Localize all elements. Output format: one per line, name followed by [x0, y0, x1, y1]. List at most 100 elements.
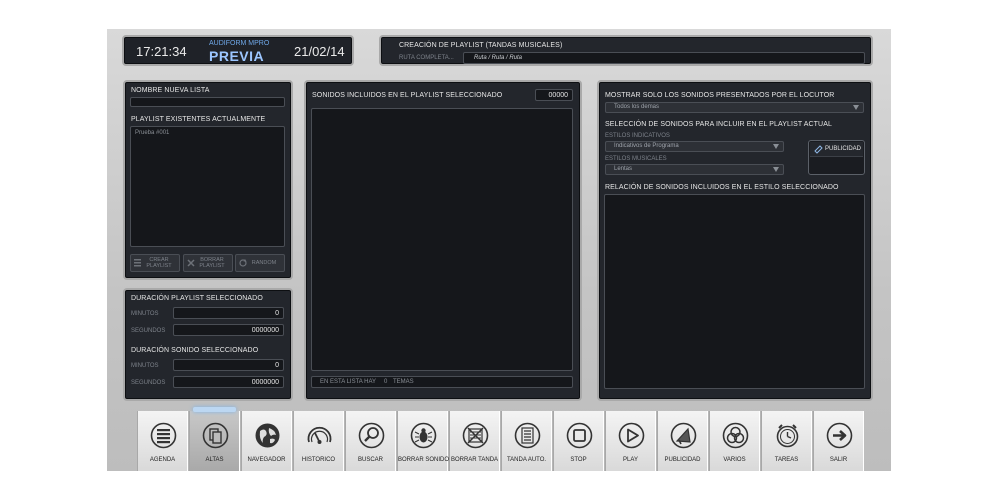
toolbar-button-varios[interactable]: VARIOS — [709, 411, 760, 471]
musical-styles-label: ESTILOS MUSICALES — [605, 156, 667, 162]
globe-icon — [255, 423, 280, 448]
toolbar-label: STOP — [570, 457, 587, 463]
included-sounds-count: 00000 — [535, 89, 573, 101]
sound-seconds-label: SEGUNDOS — [131, 380, 166, 386]
toolbar-button-historico[interactable]: HISTORICO — [293, 411, 344, 471]
toolbar-label: TAREAS — [774, 457, 799, 463]
included-sounds-list[interactable] — [311, 108, 573, 371]
new-list-input[interactable] — [130, 97, 285, 107]
gauge-icon — [307, 426, 332, 444]
brand-label: AUDIFORM MPRO — [209, 40, 270, 47]
included-sounds-title: SONIDOS INCLUIDOS EN EL PLAYLIST SELECCI… — [312, 92, 503, 99]
section-title: CREACIÓN DE PLAYLIST (TANDAS MUSICALES) — [399, 42, 563, 49]
announcer-filter-value: Todos los demas — [614, 104, 660, 110]
search-icon — [358, 422, 385, 449]
toolbar-button-agenda[interactable]: AGENDA — [137, 411, 188, 471]
announcer-filter-select[interactable]: Todos los demas — [605, 102, 864, 113]
toolbar-label: BORRAR TANDA — [450, 457, 499, 463]
musical-styles-value: Lentas — [614, 166, 633, 172]
cross-icon — [187, 259, 195, 267]
toolbar-label: PLAY — [623, 457, 638, 463]
chevron-down-icon — [853, 105, 859, 110]
megaphone-icon — [814, 145, 823, 154]
sound-minutes-field[interactable]: 0 — [173, 359, 284, 371]
section-panel: CREACIÓN DE PLAYLIST (TANDAS MUSICALES) … — [379, 35, 873, 66]
toolbar-label: SALIR — [829, 457, 848, 463]
toolbar-button-buscar[interactable]: BUSCAR — [345, 411, 396, 471]
path-label: RUTA COMPLETA... — [399, 55, 454, 61]
clock-time: 17:21:34 — [136, 44, 187, 59]
altas-icon — [202, 422, 229, 449]
relation-label: RELACIÓN DE SONIDOS INCLUIDOS EN EL ESTI… — [605, 184, 839, 191]
toolbar-button-borrar-sonido[interactable]: BORRAR SONIDO — [397, 411, 450, 471]
indicative-styles-select[interactable]: Indicativos de Programa — [605, 141, 784, 152]
bug-icon — [410, 422, 437, 449]
existing-label: PLAYLIST EXISTENTES ACTUALMENTE — [131, 116, 266, 123]
toolbar-button-tareas[interactable]: TAREAS — [761, 411, 812, 471]
agenda-icon — [150, 422, 177, 449]
sound-minutes-label: MINUTOS — [131, 363, 159, 369]
chevron-down-icon — [773, 144, 779, 149]
toolbar-button-borrar-tanda[interactable]: BORRAR TANDA — [449, 411, 500, 471]
toolbar-label: NAVEGADOR — [247, 457, 286, 463]
playlist-minutes-field[interactable]: 0 — [173, 307, 284, 319]
clock-panel: 17:21:34 AUDIFORM MPRO PREVIA 21/02/14 — [122, 35, 354, 66]
toolbar-button-publicidad[interactable]: PUBLICIDAD — [657, 411, 708, 471]
toolbar-label: BUSCAR — [357, 457, 383, 463]
clock-date: 21/02/14 — [294, 44, 345, 59]
indicative-styles-value: Indicativos de Programa — [614, 143, 679, 149]
chevron-down-icon — [773, 167, 779, 172]
main-toolbar: AGENDA ALTAS NAVEGADOR HISTORICO BUSCAR … — [137, 407, 864, 471]
toolbar-button-navegador[interactable]: NAVEGADOR — [241, 411, 292, 471]
indicative-styles-label: ESTILOS INDICATIVOS — [605, 133, 670, 139]
show-only-label: MOSTRAR SOLO LOS SONIDOS PRESENTADOS POR… — [605, 92, 835, 99]
list-summary-bar: EN ESTA LISTA HAY 0 TEMAS — [311, 376, 573, 388]
megaphone-icon — [670, 422, 697, 449]
alarm-icon — [776, 424, 799, 448]
playlist-seconds-label: SEGUNDOS — [131, 328, 166, 334]
play-icon — [618, 422, 645, 449]
toolbar-label: VARIOS — [723, 457, 746, 463]
publicidad-side-header: PUBLICIDAD — [810, 142, 863, 157]
active-indicator — [193, 407, 236, 412]
playlist-seconds-field[interactable]: 0000000 — [173, 324, 284, 336]
summary-label: EN ESTA LISTA HAY — [320, 379, 377, 385]
sound-duration-title: DURACIÓN SONIDO SELECCIONADO — [131, 347, 259, 354]
list-item[interactable]: Prueba #001 — [135, 130, 169, 136]
random-button[interactable]: RANDOM — [235, 254, 285, 272]
list-icon — [514, 422, 541, 449]
musical-styles-select[interactable]: Lentas — [605, 164, 784, 175]
toolbar-label: HISTORICO — [301, 457, 336, 463]
toolbar-button-tanda-auto[interactable]: TANDA AUTO. — [501, 411, 552, 471]
toolbar-button-salir[interactable]: SALIR — [813, 411, 864, 471]
refresh-icon — [239, 259, 247, 267]
selection-label: SELECCIÓN DE SONIDOS PARA INCLUIR EN EL … — [605, 121, 832, 128]
playlist-duration-title: DURACIÓN PLAYLIST SELECCIONADO — [131, 295, 263, 302]
summary-count: 0 — [384, 379, 388, 385]
exit-arrow-icon — [826, 422, 853, 449]
grid-icon — [134, 259, 141, 267]
sound-seconds-field[interactable]: 0000000 — [173, 376, 284, 388]
toolbar-button-stop[interactable]: STOP — [553, 411, 604, 471]
toolbar-button-altas[interactable]: ALTAS — [189, 407, 240, 471]
rings-icon — [722, 422, 749, 449]
delete-playlist-button[interactable]: BORRAR PLAYLIST — [183, 254, 233, 272]
existing-playlist-list[interactable]: Prueba #001 — [130, 126, 285, 247]
path-value: Ruta / Ruta / Ruta — [474, 55, 523, 61]
path-field[interactable]: Ruta / Ruta / Ruta — [463, 52, 865, 64]
create-playlist-button[interactable]: CREAR PLAYLIST — [130, 254, 180, 272]
new-list-label: NOMBRE NUEVA LISTA — [131, 87, 210, 94]
publicidad-side-label: PUBLICIDAD — [825, 146, 862, 152]
toolbar-button-play[interactable]: PLAY — [605, 411, 656, 471]
toolbar-label: ALTAS — [205, 457, 224, 463]
style-sounds-list[interactable] — [604, 194, 865, 389]
toolbar-label: TANDA AUTO. — [506, 457, 547, 463]
publicidad-side-button[interactable]: PUBLICIDAD — [808, 140, 865, 175]
stop-icon — [566, 422, 593, 449]
mode-label: PREVIA — [209, 48, 265, 64]
playlist-minutes-label: MINUTOS — [131, 311, 159, 317]
toolbar-label: BORRAR SONIDO — [398, 457, 450, 463]
app-window: 17:21:34 AUDIFORM MPRO PREVIA 21/02/14 C… — [107, 29, 891, 471]
crossed-list-icon — [462, 422, 489, 449]
toolbar-label: PUBLICIDAD — [664, 457, 701, 463]
